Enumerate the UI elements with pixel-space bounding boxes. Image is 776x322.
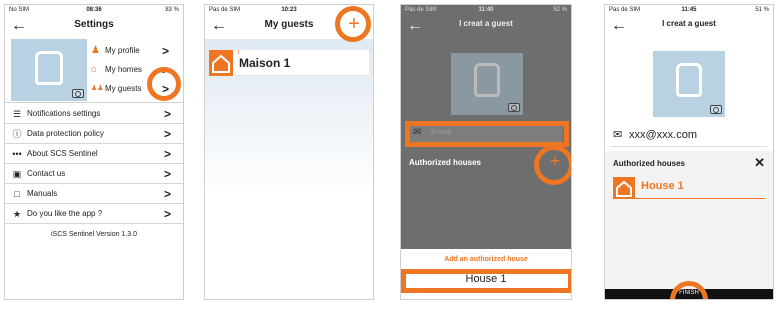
highlight-circle — [147, 67, 181, 101]
row-data-protection[interactable]: ⓘ Data protection policy > — [5, 124, 183, 144]
row-contact[interactable]: ▣ Contact us > — [5, 164, 183, 184]
house-name: House 1 — [641, 180, 684, 192]
row-rate-app[interactable]: ★ Do you like the app ? > — [5, 204, 183, 224]
avatar[interactable] — [451, 53, 523, 115]
highlight-circle — [534, 145, 571, 185]
authorized-houses-label: Authorized houses — [613, 159, 686, 168]
chevron-right-icon: > — [163, 147, 171, 161]
chevron-right-icon: > — [163, 107, 171, 121]
person-silhouette-icon — [676, 63, 702, 97]
guest-list-area — [205, 39, 373, 299]
email-value: xxx@xxx.com — [629, 129, 698, 141]
header: ← Settings — [5, 15, 183, 39]
camera-icon[interactable] — [710, 105, 722, 114]
menu-my-profile[interactable]: ♟ My profile > — [91, 41, 177, 61]
status-bar: No SIM 08:36 83 % — [9, 7, 179, 13]
camera-icon[interactable] — [508, 103, 520, 112]
info-icon: ⓘ — [12, 129, 22, 139]
person-silhouette-icon — [474, 63, 500, 97]
highlight-circle — [335, 6, 371, 42]
screen-create-guest-filled: Pas de SIM 11:45 51 % ← I creat a guest … — [604, 4, 774, 300]
row-manuals[interactable]: □ Manuals > — [5, 184, 183, 204]
sheet-title: Add an authorized house — [444, 256, 528, 263]
home-icon — [209, 50, 233, 76]
page-title: I creat a guest — [459, 19, 513, 28]
screen-create-guest-picker: Pas de SIM 11:40 52 % ← I creat a guest … — [400, 4, 572, 300]
email-field[interactable]: ✉ xxx@xxx.com — [611, 125, 767, 147]
avatar[interactable] — [11, 39, 87, 101]
guest-item[interactable]: 1 Maison 1 — [209, 50, 369, 76]
mail-icon: ✉ — [613, 129, 623, 141]
page-title: I creat a guest — [662, 19, 716, 28]
chevron-right-icon: > — [161, 44, 169, 58]
header: ← I creat a guest — [401, 15, 571, 39]
dots-icon: ••• — [12, 149, 22, 159]
authorized-houses-label: Authorized houses — [409, 158, 482, 167]
person-silhouette-icon — [35, 51, 63, 85]
header: ← I creat a guest — [605, 15, 773, 39]
star-icon: ★ — [12, 209, 22, 219]
chevron-right-icon: > — [163, 127, 171, 141]
remove-house-button[interactable]: ✕ — [754, 155, 765, 171]
chevron-right-icon: > — [163, 187, 171, 201]
status-bar: Pas de SIM 11:45 51 % — [609, 7, 769, 13]
screen-my-guests: Pas de SIM 10:23 ← My guests + 1 Maison … — [204, 4, 374, 300]
avatar[interactable] — [653, 51, 725, 117]
guests-icon: ♟♟ — [91, 85, 104, 92]
home-icon — [613, 177, 635, 199]
highlight-box — [405, 121, 569, 147]
chevron-right-icon: > — [163, 207, 171, 221]
highlight-box — [401, 269, 571, 293]
house-item[interactable]: House 1 — [613, 177, 765, 199]
status-bar: Pas de SIM 11:40 52 % — [405, 7, 567, 13]
authorized-section: Authorized houses ✕ House 1 — [605, 151, 773, 299]
page-title: Settings — [74, 19, 114, 30]
person-icon: ♟ — [91, 45, 100, 56]
screen-settings: No SIM 08:36 83 % ← Settings ♟ My profil… — [4, 4, 184, 300]
sliders-icon: ☰ — [12, 109, 22, 119]
document-icon: □ — [14, 189, 20, 199]
camera-icon[interactable] — [72, 89, 84, 98]
row-about[interactable]: ••• About SCS Sentinel > — [5, 144, 183, 164]
chevron-right-icon: > — [163, 167, 171, 181]
chat-icon: ▣ — [12, 169, 22, 179]
version-text: iSCS Sentinel Version 1.3.0 — [51, 231, 137, 238]
guest-name: Maison 1 — [239, 56, 291, 70]
row-notifications[interactable]: ☰ Notifications settings > — [5, 104, 183, 124]
home-icon: ⌂ — [91, 64, 98, 75]
